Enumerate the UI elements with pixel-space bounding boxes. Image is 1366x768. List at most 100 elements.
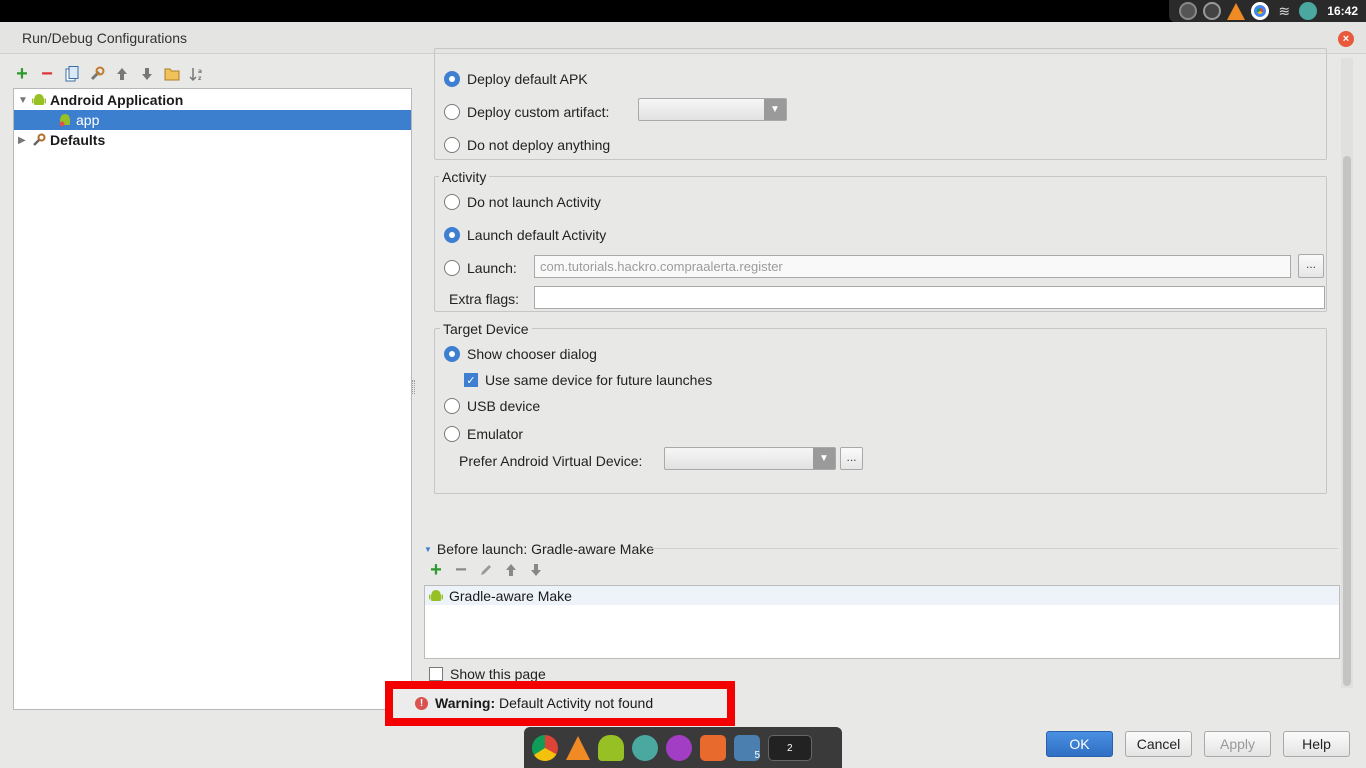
before-launch-label: Before launch: Gradle-aware Make	[436, 541, 655, 557]
chevron-down-icon: ▼	[813, 448, 835, 469]
add-icon[interactable]: +	[14, 63, 30, 85]
custom-artifact-select[interactable]: ▼	[638, 98, 787, 121]
tree-node-defaults[interactable]: ▶ Defaults	[18, 130, 105, 150]
extra-flags-field[interactable]	[534, 286, 1325, 309]
tree-label-android-application: Android Application	[50, 92, 184, 108]
warning-label: Warning:	[435, 695, 496, 711]
use-same-device-label: Use same device for future launches	[485, 372, 713, 388]
chrome-icon[interactable]	[1251, 2, 1270, 20]
vlc-icon[interactable]	[566, 735, 590, 760]
system-tray: ≋ 16:42	[1169, 0, 1366, 22]
files-icon[interactable]: 5	[734, 734, 760, 761]
tree-node-android-application[interactable]: ▼ Android Application	[18, 90, 183, 110]
usb-device-option[interactable]: USB device	[444, 396, 540, 416]
move-task-up-icon[interactable]	[503, 562, 519, 578]
deploy-default-apk-label: Deploy default APK	[467, 71, 588, 87]
deploy-custom-artifact-radio[interactable]	[444, 104, 460, 120]
before-launch-header[interactable]: ▼ Before launch: Gradle-aware Make	[424, 541, 654, 557]
prefer-avd-select[interactable]: ▼	[664, 447, 836, 470]
usb-device-label: USB device	[467, 398, 541, 414]
move-up-icon[interactable]	[114, 66, 130, 82]
edit-task-icon[interactable]	[478, 562, 494, 578]
deploy-default-apk-option[interactable]: Deploy default APK	[444, 69, 588, 89]
tree-node-app[interactable]: app	[14, 110, 411, 130]
show-chooser-dialog-radio[interactable]	[444, 346, 460, 362]
emulator-option[interactable]: Emulator	[444, 424, 523, 444]
launch-default-activity-option[interactable]: Launch default Activity	[444, 225, 606, 245]
remove-task-icon[interactable]: −	[453, 559, 469, 581]
wrench-icon	[33, 133, 46, 146]
folder-icon[interactable]	[164, 66, 180, 82]
vlc-icon[interactable]	[1227, 2, 1246, 20]
list-item[interactable]: Gradle-aware Make	[425, 586, 1339, 605]
show-this-page-checkbox[interactable]	[429, 667, 443, 681]
system-top-bar: ≋ 16:42	[0, 0, 1366, 22]
add-task-icon[interactable]: +	[428, 559, 444, 581]
workspace-badge: 2	[787, 742, 793, 754]
do-not-deploy-option[interactable]: Do not deploy anything	[444, 135, 610, 155]
use-same-device-checkbox[interactable]: ✓	[464, 373, 478, 387]
close-button[interactable]: ×	[1338, 31, 1354, 47]
before-launch-task-list[interactable]: Gradle-aware Make	[424, 585, 1340, 659]
help-button[interactable]: Help	[1283, 731, 1350, 757]
chevron-right-icon[interactable]: ▶	[18, 135, 32, 146]
copy-icon[interactable]	[64, 66, 80, 82]
tree-label-app: app	[76, 112, 100, 128]
dialog-title: Run/Debug Configurations	[22, 30, 187, 46]
show-this-page-label: Show this page	[450, 666, 546, 682]
camera-icon[interactable]	[1179, 2, 1198, 20]
chevron-down-icon[interactable]: ▼	[18, 95, 32, 106]
emulator-radio[interactable]	[444, 426, 460, 442]
launch-specific-activity-option[interactable]: Launch:	[444, 258, 517, 278]
sort-icon[interactable]: az	[189, 66, 205, 82]
avd-manager-button[interactable]: ...	[840, 447, 863, 470]
browse-activity-button[interactable]: ...	[1298, 254, 1324, 278]
chrome-icon[interactable]	[532, 734, 558, 761]
android-studio-icon[interactable]	[1299, 2, 1318, 20]
edit-defaults-icon[interactable]	[89, 66, 105, 82]
launch-default-activity-label: Launch default Activity	[467, 227, 607, 243]
before-launch-separator	[652, 548, 1338, 549]
move-task-down-icon[interactable]	[528, 562, 544, 578]
vertical-scrollbar[interactable]	[1341, 58, 1353, 688]
apply-button[interactable]: Apply	[1204, 731, 1271, 757]
wifi-icon[interactable]: ≋	[1275, 2, 1293, 20]
chevron-down-icon: ▼	[424, 544, 432, 554]
tree-label-defaults: Defaults	[50, 132, 106, 148]
ok-button[interactable]: OK	[1046, 731, 1113, 757]
android-icon[interactable]	[598, 734, 624, 761]
svg-text:a: a	[198, 68, 202, 75]
app-store-icon[interactable]	[700, 734, 726, 761]
panel-splitter[interactable]	[412, 380, 415, 394]
remove-icon[interactable]: −	[39, 63, 55, 85]
configurations-tree[interactable]: ▼ Android Application app ▶ Defaults	[13, 88, 412, 710]
do-not-deploy-radio[interactable]	[444, 137, 460, 153]
move-down-icon[interactable]	[139, 66, 155, 82]
deploy-default-apk-radio[interactable]	[444, 71, 460, 87]
deploy-custom-artifact-option[interactable]: Deploy custom artifact:	[444, 102, 609, 122]
launch-activity-field[interactable]: com.tutorials.hackro.compraalerta.regist…	[534, 255, 1291, 278]
usb-device-radio[interactable]	[444, 398, 460, 414]
before-launch-toolbar: + −	[428, 559, 544, 581]
deploy-custom-artifact-label: Deploy custom artifact:	[467, 104, 610, 120]
do-not-launch-radio[interactable]	[444, 194, 460, 210]
warning-highlight-box: ! Warning: Default Activity not found	[385, 681, 735, 726]
use-same-device-option[interactable]: ✓ Use same device for future launches	[464, 370, 712, 390]
scrollbar-thumb[interactable]	[1343, 156, 1351, 686]
show-chooser-dialog-option[interactable]: Show chooser dialog	[444, 344, 597, 364]
chat-icon[interactable]	[666, 734, 692, 761]
svg-text:z: z	[198, 75, 202, 82]
steam-icon[interactable]	[1203, 2, 1222, 20]
launch-specific-activity-label: Launch:	[467, 260, 517, 276]
cancel-button[interactable]: Cancel	[1125, 731, 1192, 757]
android-studio-icon[interactable]	[632, 734, 658, 761]
clock[interactable]: 16:42	[1327, 4, 1358, 18]
launch-specific-activity-radio[interactable]	[444, 260, 460, 276]
do-not-launch-option[interactable]: Do not launch Activity	[444, 192, 601, 212]
chevron-down-icon: ▼	[764, 99, 786, 120]
task-label: Gradle-aware Make	[449, 587, 572, 604]
activity-group-label: Activity	[439, 169, 490, 185]
workspace-icon[interactable]: 2	[768, 734, 812, 761]
launch-default-activity-radio[interactable]	[444, 227, 460, 243]
error-icon: !	[415, 696, 428, 710]
